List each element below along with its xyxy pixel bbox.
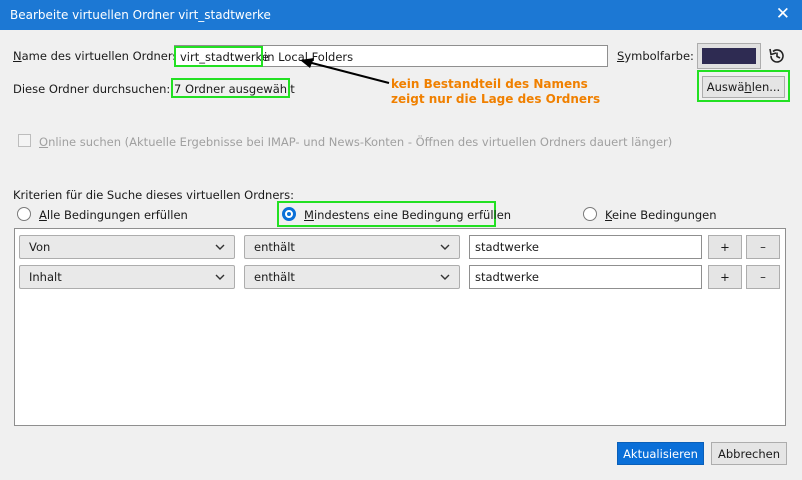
highlight-selected-folders bbox=[171, 78, 290, 98]
window-title: Bearbeite virtuellen Ordner virt_stadtwe… bbox=[10, 8, 271, 22]
color-swatch bbox=[702, 48, 756, 64]
add-rule-button[interactable]: + bbox=[708, 235, 742, 259]
radio-all-conditions[interactable] bbox=[17, 207, 31, 221]
remove-rule-button[interactable]: – bbox=[746, 265, 780, 289]
remove-rule-button[interactable]: – bbox=[746, 235, 780, 259]
annotation-arrow-icon bbox=[300, 58, 390, 84]
online-search-label: Online suchen (Aktuelle Ergebnisse bei I… bbox=[39, 135, 673, 149]
rule-operator-select[interactable]: enthält bbox=[244, 265, 460, 289]
rule-operator-select[interactable]: enthält bbox=[244, 235, 460, 259]
folder-name-label: Name des virtuellen Ordners: bbox=[13, 49, 183, 63]
chevron-down-icon bbox=[215, 244, 225, 250]
symbol-color-label: Symbolfarbe: bbox=[617, 49, 694, 63]
title-bar: Bearbeite virtuellen Ordner virt_stadtwe… bbox=[0, 0, 802, 30]
radio-no-conditions-label: Keine Bedingungen bbox=[605, 208, 717, 222]
chevron-down-icon bbox=[440, 274, 450, 280]
criteria-label: Kriterien für die Suche dieses virtuelle… bbox=[13, 188, 294, 202]
radio-all-conditions-label: Alle Bedingungen erfüllen bbox=[39, 208, 188, 222]
rule-value-input[interactable]: stadtwerke bbox=[469, 265, 702, 289]
chevron-down-icon bbox=[440, 244, 450, 250]
radio-no-conditions[interactable] bbox=[583, 207, 597, 221]
symbol-color-picker[interactable] bbox=[697, 43, 761, 69]
cancel-button[interactable]: Abbrechen bbox=[711, 442, 787, 465]
annotation-note: kein Bestandteil des Namens zeigt nur di… bbox=[391, 77, 601, 106]
radio-any-condition[interactable] bbox=[282, 207, 296, 221]
rule-field-select[interactable]: Von bbox=[19, 235, 235, 259]
chevron-down-icon bbox=[215, 274, 225, 280]
rules-list[interactable]: Von enthält stadtwerke + – Inhalt enthäl… bbox=[14, 228, 786, 426]
rule-field-select[interactable]: Inhalt bbox=[19, 265, 235, 289]
update-button[interactable]: Aktualisieren bbox=[617, 442, 704, 465]
online-search-checkbox[interactable] bbox=[18, 134, 31, 147]
search-folders-label: Diese Ordner durchsuchen: bbox=[13, 82, 171, 96]
highlight-folder-name bbox=[174, 46, 263, 67]
history-icon[interactable] bbox=[767, 46, 787, 66]
rule-value-input[interactable]: stadtwerke bbox=[469, 235, 702, 259]
radio-any-condition-label: Mindestens eine Bedingung erfüllen bbox=[304, 208, 512, 222]
close-icon[interactable]: ✕ bbox=[776, 5, 790, 23]
select-folders-button[interactable]: Auswählen... bbox=[702, 76, 785, 98]
add-rule-button[interactable]: + bbox=[708, 265, 742, 289]
